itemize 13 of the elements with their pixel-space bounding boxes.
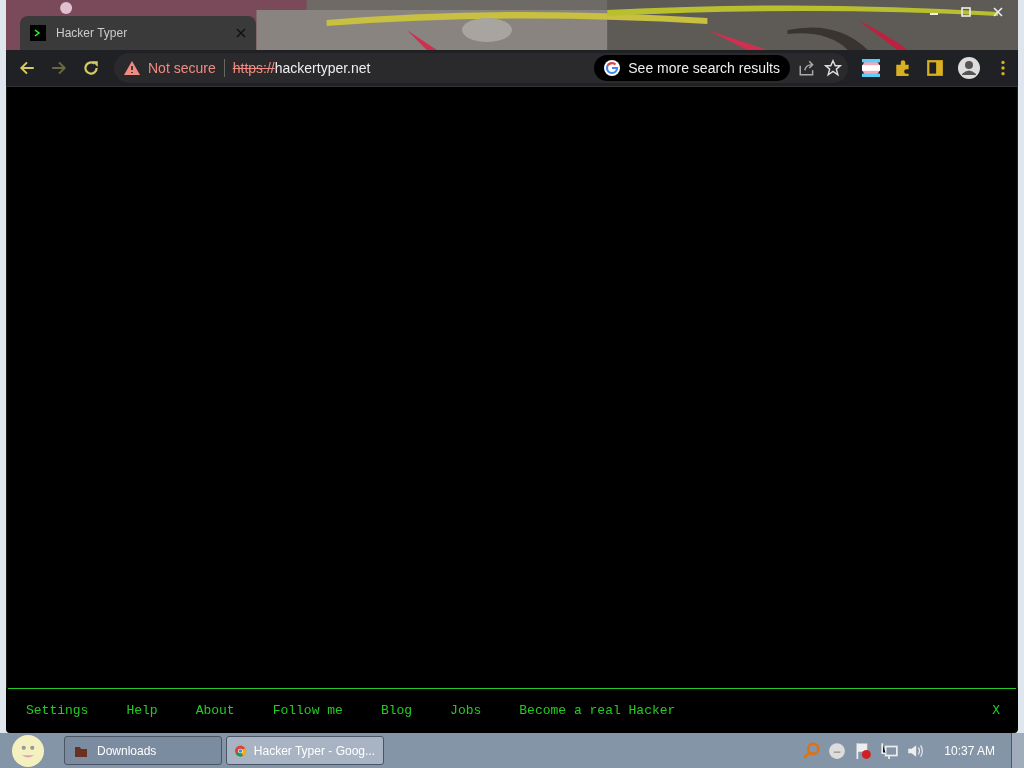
url-text: https://hackertyper.net	[232, 60, 371, 76]
address-bar[interactable]: Not secure https://hackertyper.net See more search results	[114, 53, 848, 83]
security-status[interactable]: Not secure	[148, 60, 216, 76]
footer-link[interactable]: Settings	[26, 702, 89, 718]
footer-link[interactable]: Follow me	[272, 702, 343, 718]
footer-link[interactable]: Help	[126, 702, 158, 718]
footer-link[interactable]: Blog	[380, 702, 413, 718]
footer-link[interactable]: Jobs	[450, 702, 482, 718]
footer-link[interactable]: About	[195, 702, 235, 718]
tab-title[interactable]: Hacker Typer	[56, 26, 128, 40]
close-link[interactable]: X	[992, 702, 1000, 718]
footer-link[interactable]: Become a real Hacker	[519, 702, 676, 718]
search-results-chip[interactable]: See more search results	[594, 55, 790, 81]
